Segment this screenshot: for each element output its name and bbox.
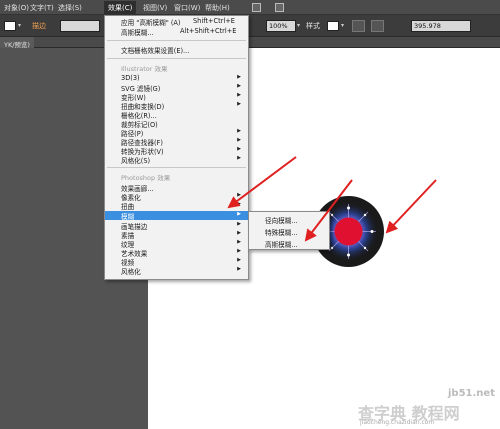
watermark-url: jiaocheng.chazidian.com [360,419,435,426]
arrow-to-artwork [385,179,437,234]
arrow-to-blur [227,156,297,209]
watermark-site: jb51.net [448,388,495,399]
arrow-to-gaussian [304,179,353,242]
annotation-arrows [227,156,437,242]
